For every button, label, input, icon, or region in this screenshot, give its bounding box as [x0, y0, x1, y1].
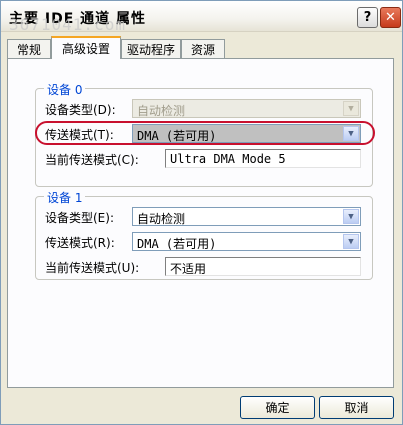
- ok-button[interactable]: 确定: [240, 396, 315, 419]
- title-bar[interactable]: 主要 IDE 通道 属性 3671041.com ? ✕: [1, 1, 402, 34]
- device-0-transfer-value: DMA (若可用): [137, 129, 217, 143]
- device-1-type-label: 设备类型(E):: [45, 211, 114, 225]
- device-1-legend: 设备 1: [44, 189, 86, 206]
- help-button[interactable]: ?: [357, 7, 378, 28]
- tab-resources[interactable]: 资源: [181, 39, 225, 58]
- device-0-type-dropdown: 自动检测 ▼: [132, 99, 361, 118]
- tab-general[interactable]: 常规: [7, 39, 51, 58]
- device-0-legend: 设备 0: [44, 81, 86, 98]
- cancel-button[interactable]: 取消: [319, 396, 394, 419]
- device-0-type-label: 设备类型(D):: [45, 103, 116, 117]
- device-1-type-dropdown[interactable]: 自动检测 ▼: [132, 207, 361, 226]
- chevron-down-icon[interactable]: ▼: [343, 126, 359, 141]
- device-0-current-value: Ultra DMA Mode 5: [170, 152, 286, 166]
- window-title: 主要 IDE 通道 属性: [9, 11, 147, 27]
- close-button[interactable]: ✕: [380, 7, 401, 28]
- device-1-transfer-label: 传送模式(R):: [45, 236, 115, 250]
- device-0-transfer-label: 传送模式(T):: [45, 128, 114, 142]
- device-0-current-mode-field: Ultra DMA Mode 5: [165, 149, 361, 168]
- device-0-current-label: 当前传送模式(C):: [45, 153, 139, 167]
- properties-dialog: 主要 IDE 通道 属性 3671041.com ? ✕ 常规 高级设置 驱动程…: [0, 0, 403, 425]
- device-1-transfer-value: DMA (若可用): [137, 237, 217, 251]
- tab-driver[interactable]: 驱动程序: [121, 39, 181, 58]
- chevron-down-icon[interactable]: ▼: [343, 234, 359, 249]
- chevron-down-icon[interactable]: ▼: [343, 209, 359, 224]
- chevron-down-icon: ▼: [343, 101, 359, 116]
- device-1-current-value: 不适用: [170, 262, 207, 276]
- device-1-type-value: 自动检测: [137, 212, 186, 226]
- device-1-transfer-dropdown[interactable]: DMA (若可用) ▼: [132, 232, 361, 251]
- device-0-transfer-dropdown[interactable]: DMA (若可用) ▼: [132, 124, 361, 143]
- device-0-type-value: 自动检测: [137, 104, 186, 118]
- device-1-current-label: 当前传送模式(U):: [45, 261, 140, 275]
- device-1-current-mode-field: 不适用: [165, 257, 361, 276]
- tab-advanced-settings[interactable]: 高级设置: [51, 36, 121, 59]
